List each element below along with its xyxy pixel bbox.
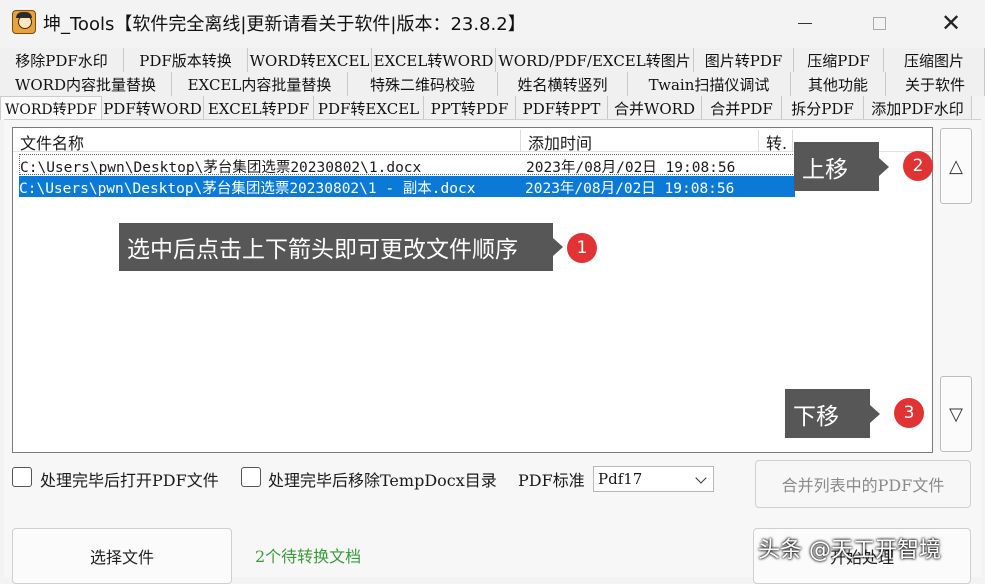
tab-pdf-version-convert[interactable]: PDF版本转换	[124, 48, 248, 72]
tab-qrcode-check[interactable]: 特殊二维码校验	[348, 72, 498, 96]
tab-add-pdf-watermark[interactable]: 添加PDF水印	[864, 96, 972, 120]
pdf-standard-value: Pdf17	[598, 470, 643, 488]
app-logo-icon	[12, 10, 36, 34]
tab-row-3: WORD转PDF PDF转WORD EXCEL转PDF PDF转EXCEL PP…	[0, 96, 985, 120]
minimize-icon	[798, 22, 812, 24]
triangle-down-icon: ▽	[949, 403, 963, 425]
tab-image-to-pdf[interactable]: 图片转PDF	[694, 48, 794, 72]
tab-word-to-excel[interactable]: WORD转EXCEL	[248, 48, 372, 72]
move-up-button[interactable]: △	[940, 128, 972, 204]
tab-excel-batch-replace[interactable]: EXCEL内容批量替换	[172, 72, 348, 96]
remove-temp-label[interactable]: 处理完毕后移除TempDocx目录	[268, 467, 497, 491]
tab-name-transpose[interactable]: 姓名横转竖列	[498, 72, 628, 96]
tab-remove-pdf-watermark[interactable]: 移除PDF水印	[0, 48, 124, 72]
move-up-callout: 上移	[794, 142, 889, 191]
file-name-cell: C:\Users\pwn\Desktop\茅台集团选票20230802\1.do…	[20, 160, 422, 176]
column-header-convert[interactable]: 转.	[759, 130, 793, 153]
close-button[interactable]: ✕	[928, 8, 974, 38]
tab-excel-to-word[interactable]: EXCEL转WORD	[372, 48, 496, 72]
hint-callout: 选中后点击上下箭头即可更改文件顺序	[119, 223, 563, 271]
pdf-standard-select[interactable]: Pdf17	[593, 466, 714, 492]
move-down-badge: 3	[894, 398, 924, 428]
move-down-button[interactable]: ▽	[940, 376, 972, 452]
watermark-text: 头条 @天工开智境	[758, 538, 941, 563]
column-header-name[interactable]: 文件名称	[13, 130, 521, 153]
title-bar: 坤_Tools【软件完全离线|更新请看关于软件|版本：23.8.2】 ✕	[0, 0, 985, 44]
window-title: 坤_Tools【软件完全离线|更新请看关于软件|版本：23.8.2】	[43, 14, 526, 35]
select-files-button[interactable]: 选择文件	[12, 528, 232, 584]
column-header-time[interactable]: 添加时间	[521, 130, 759, 153]
chevron-down-icon	[695, 472, 707, 484]
tab-pdf-to-word[interactable]: PDF转WORD	[102, 96, 204, 120]
tab-excel-to-pdf[interactable]: EXCEL转PDF	[204, 96, 314, 120]
tab-row-1: 移除PDF水印 PDF版本转换 WORD转EXCEL EXCEL转WORD WO…	[0, 48, 985, 72]
tab-pdf-to-excel[interactable]: PDF转EXCEL	[314, 96, 424, 120]
tab-compress-image[interactable]: 压缩图片	[884, 48, 985, 72]
open-pdf-after-label[interactable]: 处理完毕后打开PDF文件	[40, 467, 219, 491]
open-pdf-after-checkbox[interactable]	[12, 467, 32, 487]
hint-callout-text: 选中后点击上下箭头即可更改文件顺序	[127, 237, 518, 263]
move-down-callout: 下移	[785, 389, 880, 438]
move-up-callout-text: 上移	[802, 156, 848, 183]
pdf-standard-label: PDF标准	[518, 471, 585, 490]
pending-count-status: 2个待转换文档	[255, 547, 362, 566]
tab-compress-pdf[interactable]: 压缩PDF	[794, 48, 884, 72]
tab-ppt-to-pdf[interactable]: PPT转PDF	[424, 96, 516, 120]
tab-twain-scanner[interactable]: Twain扫描仪调试	[628, 72, 791, 96]
tab-other-functions[interactable]: 其他功能	[791, 72, 886, 96]
tab-word-batch-replace[interactable]: WORD内容批量替换	[0, 72, 172, 96]
file-name-cell: C:\Users\pwn\Desktop\茅台集团选票20230802\1 - …	[19, 181, 476, 197]
tab-to-image[interactable]: WORD/PDF/EXCEL转图片	[496, 48, 694, 72]
move-down-callout-text: 下移	[793, 403, 839, 430]
file-time-cell: 2023年/08月/02日 19:08:56	[525, 181, 735, 197]
maximize-button[interactable]	[856, 8, 902, 38]
file-list-row[interactable]: C:\Users\pwn\Desktop\茅台集团选票20230802\1.do…	[19, 154, 795, 176]
hint-badge: 1	[567, 233, 597, 263]
maximize-icon	[872, 16, 886, 30]
tab-merge-word[interactable]: 合并WORD	[608, 96, 702, 120]
tab-merge-pdf[interactable]: 合并PDF	[702, 96, 782, 120]
file-time-cell: 2023年/08月/02日 19:08:56	[526, 160, 736, 176]
tab-row-2: WORD内容批量替换 EXCEL内容批量替换 特殊二维码校验 姓名横转竖列 Tw…	[0, 72, 985, 96]
merge-list-pdf-button[interactable]: 合并列表中的PDF文件	[755, 460, 971, 508]
minimize-button[interactable]	[782, 8, 828, 38]
tab-word-to-pdf[interactable]: WORD转PDF	[0, 96, 102, 120]
move-up-badge: 2	[903, 151, 933, 181]
tab-split-pdf[interactable]: 拆分PDF	[782, 96, 864, 120]
tab-about[interactable]: 关于软件	[886, 72, 985, 96]
file-list-row-selected[interactable]: C:\Users\pwn\Desktop\茅台集团选票20230802\1 - …	[19, 176, 795, 197]
remove-temp-checkbox[interactable]	[241, 467, 261, 487]
triangle-up-icon: △	[949, 155, 963, 177]
tab-pdf-to-ppt[interactable]: PDF转PPT	[516, 96, 608, 120]
